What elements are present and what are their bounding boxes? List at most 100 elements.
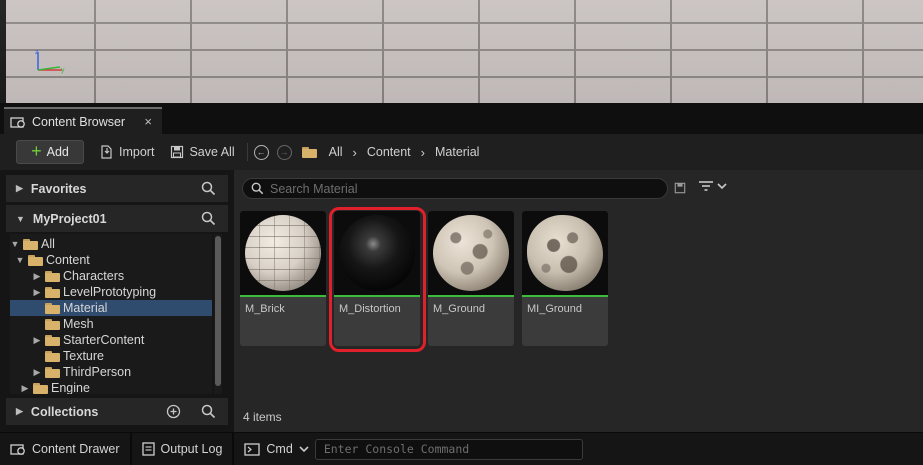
tree-item-levelprototyping[interactable]: ▶ LevelPrototyping	[32, 284, 157, 300]
scrollbar-thumb[interactable]	[215, 236, 221, 386]
axis-gizmo-icon: z y	[35, 49, 65, 74]
breadcrumb-material[interactable]: Material	[435, 145, 479, 159]
svg-text:z: z	[35, 49, 39, 56]
asset-thumbnail	[334, 211, 420, 295]
caret-right-icon[interactable]: ▶	[16, 406, 23, 417]
cmd-label: Cmd	[266, 442, 293, 456]
asset-tile[interactable]: M_Brick	[240, 211, 326, 346]
search-bar[interactable]	[242, 178, 668, 199]
tree-scrollbar[interactable]	[214, 234, 222, 394]
tree-item-material[interactable]: Material	[10, 300, 212, 316]
svg-text:y: y	[61, 67, 65, 74]
import-icon	[101, 145, 112, 159]
tree-item-characters[interactable]: ▶ Characters	[32, 268, 125, 284]
caret-down-icon[interactable]: ▼	[15, 255, 25, 265]
back-arrow-icon[interactable]: ←	[253, 144, 269, 160]
caret-right-icon[interactable]: ▶	[20, 383, 30, 394]
chevron-down-icon	[717, 183, 727, 190]
level-viewport[interactable]: z y	[0, 0, 923, 103]
filter-dropdown[interactable]	[698, 180, 727, 192]
content-drawer-button[interactable]: Content Drawer	[0, 433, 130, 465]
favorites-header[interactable]: ▶ Favorites	[6, 175, 228, 202]
tab-title: Content Browser	[32, 114, 126, 129]
asset-tile[interactable]: MI_Ground	[522, 211, 608, 346]
caret-right-icon[interactable]: ▶	[32, 287, 42, 298]
tree-item-thirdperson[interactable]: ▶ ThirdPerson	[32, 364, 132, 380]
material-sphere-preview	[339, 215, 415, 291]
asset-name: MI_Ground	[527, 303, 583, 315]
search-input[interactable]	[270, 181, 650, 196]
chevron-right-icon[interactable]: ›	[353, 145, 357, 160]
caret-right-icon[interactable]: ▶	[16, 183, 23, 194]
asset-tile[interactable]: M_Ground	[428, 211, 514, 346]
caret-down-icon[interactable]: ▼	[16, 214, 25, 224]
collections-label: Collections	[30, 404, 99, 419]
material-sphere-preview	[245, 215, 321, 291]
output-log-label: Output Log	[160, 442, 223, 456]
folder-open-icon	[28, 254, 43, 266]
search-icon[interactable]	[201, 181, 216, 196]
chevron-right-icon[interactable]: ›	[421, 145, 425, 160]
content-browser-toolbar: + Add Import Save All ← → All › Content …	[0, 134, 923, 170]
panel-tab-bar: Content Browser ×	[0, 103, 923, 134]
tree-item-label: ThirdPerson	[63, 365, 132, 379]
caret-right-icon[interactable]: ▶	[32, 271, 42, 282]
asset-view-panel: M_Brick M_Distortion M_Ground MI_Ground …	[234, 170, 923, 432]
add-label: Add	[46, 145, 69, 159]
material-sphere-preview	[527, 215, 603, 291]
caret-right-icon[interactable]: ▶	[32, 367, 42, 378]
save-search-icon[interactable]	[674, 182, 686, 194]
asset-thumbnail	[240, 211, 326, 295]
breadcrumb-all[interactable]: All	[329, 145, 343, 159]
caret-right-icon[interactable]: ▶	[32, 335, 42, 346]
folder-icon	[45, 350, 60, 362]
search-icon[interactable]	[201, 404, 216, 419]
asset-name: M_Brick	[245, 303, 285, 315]
collections-header[interactable]: ▶ Collections	[6, 398, 228, 425]
save-all-button[interactable]: Save All	[170, 145, 235, 159]
output-log-button[interactable]: Output Log	[132, 433, 233, 465]
asset-tile[interactable]: M_Distortion	[334, 211, 420, 346]
search-icon[interactable]	[201, 211, 216, 226]
folder-icon	[301, 146, 317, 158]
folder-icon	[45, 334, 60, 346]
sources-panel: ▶ Favorites ▼ MyProject01 ▼ All ▼ Conten…	[0, 170, 232, 432]
content-drawer-icon	[10, 444, 25, 455]
tree-item-mesh[interactable]: Mesh	[32, 316, 94, 332]
project-header[interactable]: ▼ MyProject01	[6, 205, 228, 232]
folder-icon	[45, 366, 60, 378]
tree-item-texture[interactable]: Texture	[32, 348, 104, 364]
folder-icon	[45, 286, 60, 298]
forward-arrow-icon[interactable]: →	[276, 144, 292, 160]
folder-tree: ▼ All ▼ Content ▶ Characters ▶ LevelProt…	[10, 234, 212, 394]
console-input[interactable]	[323, 442, 574, 456]
caret-down-icon[interactable]: ▼	[10, 239, 20, 249]
add-button[interactable]: + Add	[16, 140, 84, 164]
tree-item-label: StarterContent	[63, 333, 145, 347]
tree-item-label: Mesh	[63, 317, 94, 331]
tree-item-engine[interactable]: ▶ Engine	[20, 380, 90, 394]
import-button[interactable]: Import	[100, 145, 154, 159]
tree-item-label: Content	[46, 253, 90, 267]
tree-item-startercontent[interactable]: ▶ StarterContent	[32, 332, 145, 348]
viewport-edge	[0, 0, 6, 103]
close-icon[interactable]: ×	[144, 114, 152, 129]
breadcrumb-content[interactable]: Content	[367, 145, 411, 159]
content-browser-icon	[10, 116, 25, 128]
tree-item-content[interactable]: ▼ Content	[10, 252, 212, 268]
cmd-dropdown[interactable]: Cmd	[234, 433, 309, 465]
tree-item-label: Characters	[63, 269, 125, 283]
asset-thumbnail	[522, 211, 608, 295]
tab-content-browser[interactable]: Content Browser ×	[4, 107, 162, 134]
save-all-label: Save All	[189, 145, 235, 159]
search-icon	[251, 182, 264, 195]
content-drawer-label: Content Drawer	[32, 442, 120, 456]
console-command-field[interactable]	[314, 438, 583, 460]
folder-icon	[45, 318, 60, 330]
add-circle-icon[interactable]	[166, 404, 181, 419]
tree-item-all[interactable]: ▼ All	[10, 236, 55, 252]
folder-icon	[45, 302, 60, 314]
tree-item-label: LevelPrototyping	[63, 285, 157, 299]
chevron-down-icon	[299, 446, 309, 453]
folder-icon	[33, 382, 48, 394]
